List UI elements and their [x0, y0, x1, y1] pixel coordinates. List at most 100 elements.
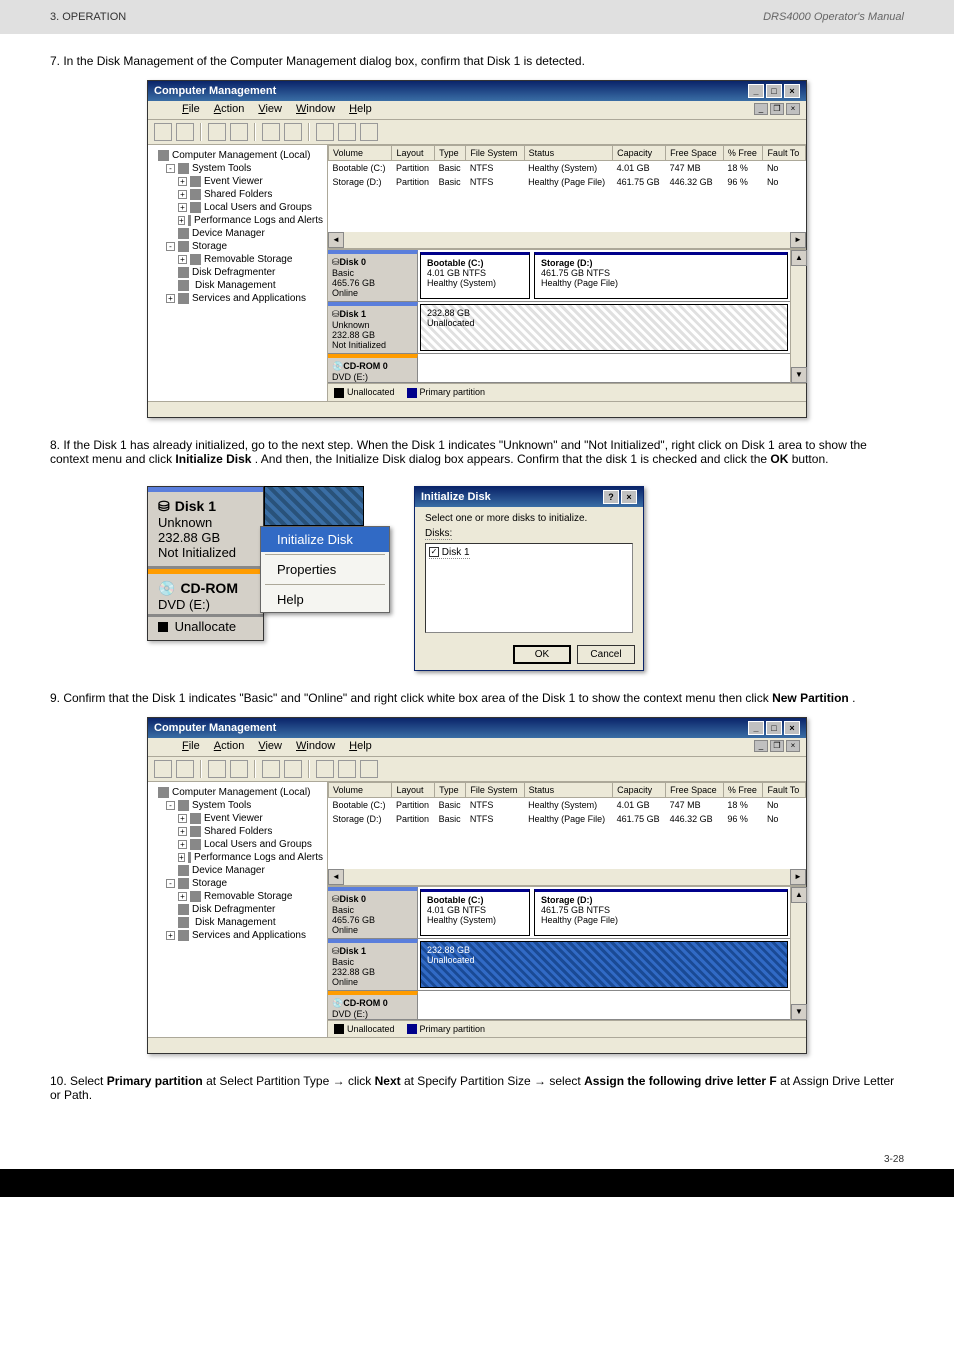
tree-services[interactable]: +Services and Applications: [152, 929, 323, 942]
tool-up[interactable]: [208, 760, 226, 778]
disk1-selected-part[interactable]: [264, 486, 364, 526]
tree-root[interactable]: Computer Management (Local): [152, 786, 323, 799]
tree-storage[interactable]: -Storage: [152, 240, 323, 253]
vscroll-up[interactable]: ▲: [791, 887, 807, 903]
disk0-partd[interactable]: Storage (D:)461.75 GB NTFSHealthy (Page …: [534, 889, 788, 936]
volume-row[interactable]: Storage (D:)PartitionBasicNTFSHealthy (P…: [329, 812, 806, 826]
hscroll-left[interactable]: ◄: [328, 232, 344, 248]
tree-devmgr[interactable]: Device Manager: [152, 864, 323, 877]
col-status[interactable]: Status: [524, 146, 612, 161]
tree-diskmgmt[interactable]: Disk Management: [152, 916, 323, 929]
col-fault[interactable]: Fault To: [763, 782, 806, 797]
col-type[interactable]: Type: [435, 782, 466, 797]
disk1-area[interactable]: ⛁Disk 1 Unknown232.88 GBNot Initialized …: [328, 302, 790, 354]
tree-removable[interactable]: +Removable Storage: [152, 890, 323, 903]
tool-export[interactable]: [284, 760, 302, 778]
vscroll-up[interactable]: ▲: [791, 250, 807, 266]
disk0-area[interactable]: ⛁Disk 0 Basic465.76 GBOnline Bootable (C…: [328, 887, 790, 939]
col-fs[interactable]: File System: [466, 146, 524, 161]
minimize-button[interactable]: _: [748, 721, 764, 735]
tree-shared[interactable]: +Shared Folders: [152, 188, 323, 201]
hscroll-right[interactable]: ►: [790, 869, 806, 885]
hscroll-right[interactable]: ►: [790, 232, 806, 248]
tree-removable[interactable]: +Removable Storage: [152, 253, 323, 266]
vscroll-down[interactable]: ▼: [791, 367, 807, 383]
tree-diskmgmt[interactable]: Disk Management: [152, 279, 323, 292]
col-type[interactable]: Type: [435, 146, 466, 161]
disk0-partc[interactable]: Bootable (C:)4.01 GB NTFSHealthy (System…: [420, 889, 530, 936]
mdi-close[interactable]: ×: [786, 103, 800, 115]
hscroll-left[interactable]: ◄: [328, 869, 344, 885]
menu-file[interactable]: File: [182, 740, 200, 754]
tool-extra1[interactable]: [338, 760, 356, 778]
tool-up[interactable]: [208, 123, 226, 141]
disk1-area[interactable]: ⛁Disk 1 Basic232.88 GBOnline 232.88 GBUn…: [328, 939, 790, 991]
tool-show[interactable]: [230, 123, 248, 141]
disk0-partc[interactable]: Bootable (C:)4.01 GB NTFSHealthy (System…: [420, 252, 530, 299]
col-status[interactable]: Status: [524, 782, 612, 797]
mdi-minimize[interactable]: _: [754, 103, 768, 115]
col-free[interactable]: Free Space: [666, 146, 724, 161]
nav-tree[interactable]: Computer Management (Local) -System Tool…: [148, 782, 328, 1038]
cdrom-area[interactable]: 💿CD-ROM 0 DVD (E:): [328, 354, 790, 383]
tool-back[interactable]: [154, 123, 172, 141]
col-layout[interactable]: Layout: [392, 146, 435, 161]
mdi-minimize[interactable]: _: [754, 740, 768, 752]
tree-perf[interactable]: +Performance Logs and Alerts: [152, 851, 323, 864]
close-button[interactable]: ×: [784, 84, 800, 98]
col-capacity[interactable]: Capacity: [613, 146, 666, 161]
col-volume[interactable]: Volume: [329, 782, 392, 797]
menu-help[interactable]: Help: [349, 740, 372, 754]
menu-window[interactable]: Window: [296, 103, 335, 117]
tree-event[interactable]: +Event Viewer: [152, 175, 323, 188]
tree-perf[interactable]: +Performance Logs and Alerts: [152, 214, 323, 227]
tree-defrag[interactable]: Disk Defragmenter: [152, 266, 323, 279]
tool-refresh[interactable]: [262, 760, 280, 778]
disk1-list-item[interactable]: Disk 1: [442, 547, 470, 558]
tree-defrag[interactable]: Disk Defragmenter: [152, 903, 323, 916]
volume-row[interactable]: Storage (D:)PartitionBasicNTFSHealthy (P…: [329, 175, 806, 189]
tree-storage[interactable]: -Storage: [152, 877, 323, 890]
cdrom-area[interactable]: 💿CD-ROM 0 DVD (E:): [328, 991, 790, 1020]
mdi-restore[interactable]: ❐: [770, 740, 784, 752]
tool-extra1[interactable]: [338, 123, 356, 141]
col-fs[interactable]: File System: [466, 782, 524, 797]
col-layout[interactable]: Layout: [392, 782, 435, 797]
tree-systools[interactable]: -System Tools: [152, 162, 323, 175]
disk1-unallocated-selected[interactable]: 232.88 GBUnallocated: [420, 941, 788, 988]
menu-view[interactable]: View: [258, 103, 282, 117]
menu-window[interactable]: Window: [296, 740, 335, 754]
maximize-button[interactable]: □: [766, 84, 782, 98]
tool-back[interactable]: [154, 760, 172, 778]
menu-action[interactable]: Action: [214, 103, 245, 117]
tool-show[interactable]: [230, 760, 248, 778]
ctx-help[interactable]: Help: [261, 587, 389, 612]
initdlg-ok-button[interactable]: OK: [513, 645, 571, 664]
tool-help[interactable]: [316, 123, 334, 141]
tree-devmgr[interactable]: Device Manager: [152, 227, 323, 240]
tool-refresh[interactable]: [262, 123, 280, 141]
tree-users[interactable]: +Local Users and Groups: [152, 201, 323, 214]
vscroll-down[interactable]: ▼: [791, 1004, 807, 1020]
mdi-restore[interactable]: ❐: [770, 103, 784, 115]
minimize-button[interactable]: _: [748, 84, 764, 98]
disk1-checkbox[interactable]: ✓: [429, 547, 439, 557]
col-pctfree[interactable]: % Free: [723, 146, 763, 161]
disk0-area[interactable]: ⛁Disk 0 Basic465.76 GBOnline Bootable (C…: [328, 250, 790, 302]
tool-extra2[interactable]: [360, 760, 378, 778]
ctx-initialize-disk[interactable]: Initialize Disk: [261, 527, 389, 552]
menu-help[interactable]: Help: [349, 103, 372, 117]
menu-file[interactable]: FFileile: [182, 103, 200, 117]
initdlg-cancel-button[interactable]: Cancel: [577, 645, 635, 664]
col-free[interactable]: Free Space: [666, 782, 724, 797]
menu-view[interactable]: View: [258, 740, 282, 754]
ctx-properties[interactable]: Properties: [261, 557, 389, 582]
close-button[interactable]: ×: [784, 721, 800, 735]
tree-shared[interactable]: +Shared Folders: [152, 825, 323, 838]
tree-event[interactable]: +Event Viewer: [152, 812, 323, 825]
volume-row[interactable]: Bootable (C:)PartitionBasicNTFSHealthy (…: [329, 797, 806, 812]
volume-table[interactable]: Volume Layout Type File System Status Ca…: [328, 145, 806, 189]
tree-services[interactable]: +Services and Applications: [152, 292, 323, 305]
menu-action[interactable]: Action: [214, 740, 245, 754]
maximize-button[interactable]: □: [766, 721, 782, 735]
